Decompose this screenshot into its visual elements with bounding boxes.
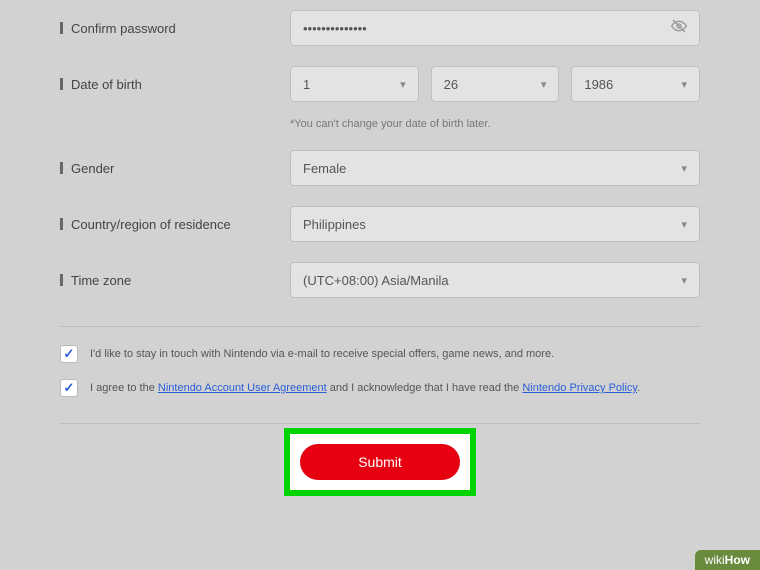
label-text: Confirm password — [71, 21, 176, 36]
dob-day-select[interactable]: 1 ▾ — [290, 66, 419, 102]
wikihow-watermark: wikiHow — [695, 550, 760, 570]
country-select[interactable]: Philippines ▾ — [290, 206, 700, 242]
confirm-password-label: Confirm password — [60, 21, 290, 36]
newsletter-text: I'd like to stay in touch with Nintendo … — [90, 348, 554, 360]
dob-year-value: 1986 — [584, 77, 613, 92]
country-value: Philippines — [303, 217, 366, 232]
chevron-down-icon: ▾ — [681, 274, 687, 287]
user-agreement-link[interactable]: Nintendo Account User Agreement — [158, 382, 327, 394]
chevron-down-icon: ▾ — [541, 78, 547, 91]
field-marker-icon — [60, 78, 63, 90]
chevron-down-icon: ▾ — [681, 218, 687, 231]
agreement-checkbox[interactable]: ✓ — [60, 379, 78, 397]
field-marker-icon — [60, 162, 63, 174]
watermark-prefix: wiki — [705, 553, 725, 567]
gender-label: Gender — [60, 161, 290, 176]
submit-highlight-wrap: Submit — [290, 434, 470, 490]
label-text: Time zone — [71, 273, 131, 288]
confirm-password-row: Confirm password •••••••••••••• — [60, 0, 700, 56]
dob-year-select[interactable]: 1986 ▾ — [571, 66, 700, 102]
country-row: Country/region of residence Philippines … — [60, 196, 700, 252]
field-marker-icon — [60, 218, 63, 230]
newsletter-row: ✓ I'd like to stay in touch with Nintend… — [60, 337, 700, 371]
gender-row: Gender Female ▾ — [60, 140, 700, 196]
password-value: •••••••••••••• — [303, 21, 367, 36]
privacy-policy-link[interactable]: Nintendo Privacy Policy — [522, 382, 637, 394]
registration-form: Confirm password •••••••••••••• Date of … — [0, 0, 760, 490]
dob-row: Date of birth 1 ▾ 26 ▾ 1986 ▾ — [60, 56, 700, 112]
submit-button[interactable]: Submit — [300, 444, 460, 480]
agreement-prefix: I agree to the — [90, 382, 158, 394]
dob-day-value: 1 — [303, 77, 310, 92]
chevron-down-icon: ▾ — [681, 162, 687, 175]
timezone-select[interactable]: (UTC+08:00) Asia/Manila ▾ — [290, 262, 700, 298]
watermark-suffix: How — [725, 553, 750, 567]
dob-note: *You can't change your date of birth lat… — [290, 118, 700, 130]
divider — [60, 326, 700, 327]
label-text: Gender — [71, 161, 114, 176]
eye-off-icon[interactable] — [671, 18, 687, 38]
chevron-down-icon: ▾ — [681, 78, 687, 91]
agreement-suffix: . — [637, 382, 640, 394]
submit-label: Submit — [358, 454, 402, 470]
gender-select[interactable]: Female ▾ — [290, 150, 700, 186]
gender-value: Female — [303, 161, 346, 176]
newsletter-checkbox[interactable]: ✓ — [60, 345, 78, 363]
field-marker-icon — [60, 22, 63, 34]
confirm-password-input[interactable]: •••••••••••••• — [290, 10, 700, 46]
dob-label: Date of birth — [60, 77, 290, 92]
label-text: Date of birth — [71, 77, 142, 92]
agreement-text: I agree to the Nintendo Account User Agr… — [90, 382, 640, 394]
timezone-value: (UTC+08:00) Asia/Manila — [303, 273, 449, 288]
agreement-mid: and I acknowledge that I have read the — [327, 382, 523, 394]
label-text: Country/region of residence — [71, 217, 231, 232]
timezone-row: Time zone (UTC+08:00) Asia/Manila ▾ — [60, 252, 700, 308]
agreement-row: ✓ I agree to the Nintendo Account User A… — [60, 371, 700, 405]
dob-month-value: 26 — [444, 77, 458, 92]
chevron-down-icon: ▾ — [400, 78, 406, 91]
dob-month-select[interactable]: 26 ▾ — [431, 66, 560, 102]
field-marker-icon — [60, 274, 63, 286]
divider — [60, 423, 700, 424]
country-label: Country/region of residence — [60, 217, 290, 232]
timezone-label: Time zone — [60, 273, 290, 288]
